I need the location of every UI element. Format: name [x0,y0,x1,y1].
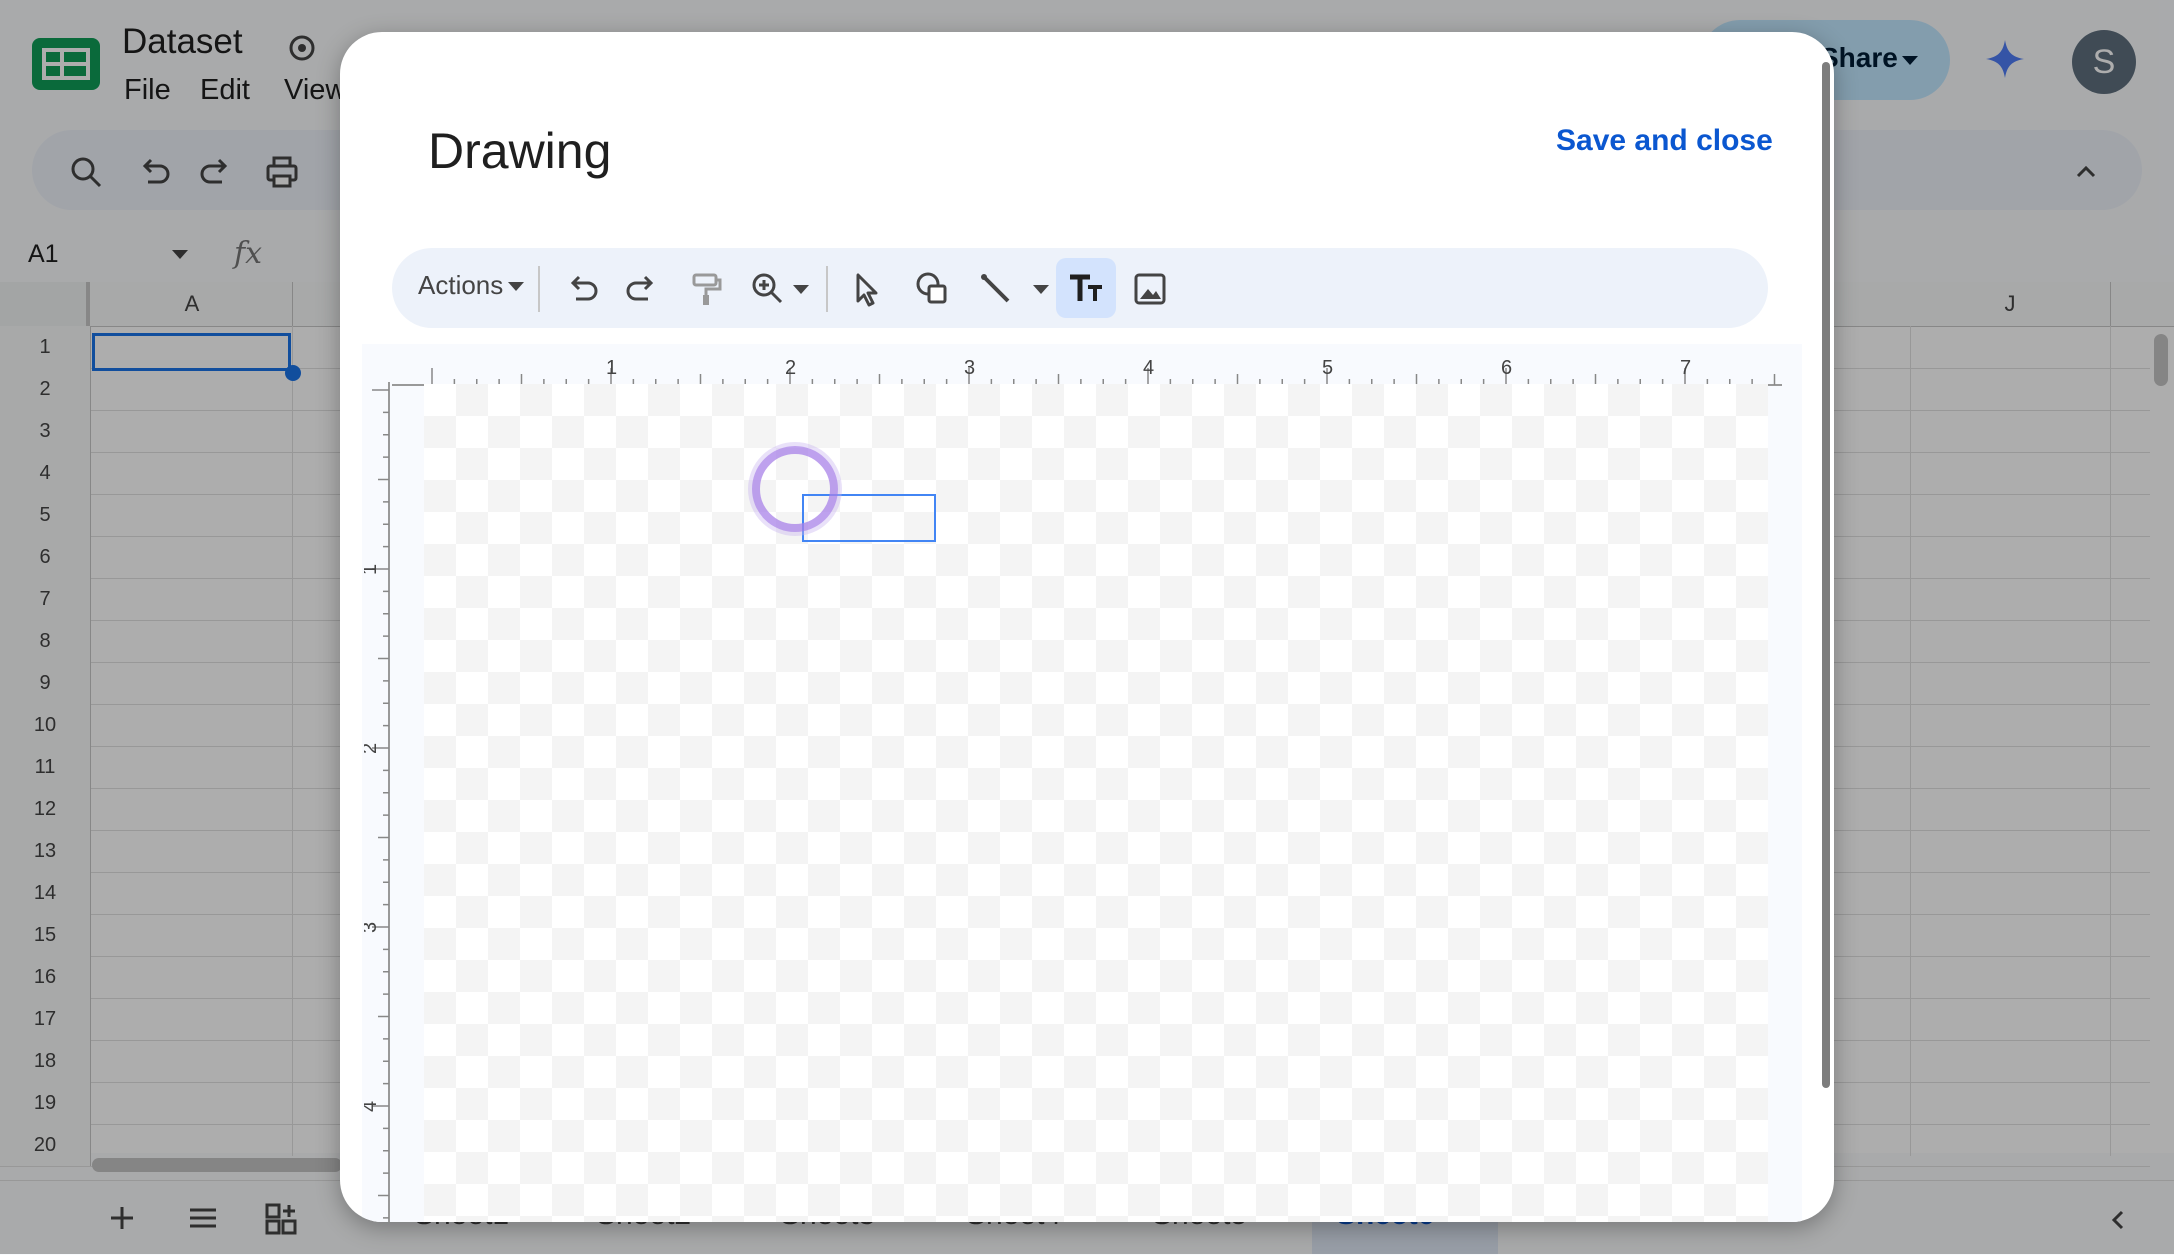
zoom-dropdown-icon[interactable] [792,282,810,296]
image-icon[interactable] [1130,269,1170,309]
ruler-label: 3 [364,922,381,933]
ruler-label: 4 [364,1101,381,1112]
cursor-indicator [752,446,838,532]
ruler-label: 1 [364,564,381,575]
dialog-scrollbar[interactable] [1822,62,1830,1088]
paint-format-icon[interactable] [686,269,726,309]
ruler-label: 7 [1680,360,1691,379]
toolbar-separator [538,266,540,312]
zoom-icon[interactable] [748,269,788,309]
redo-icon[interactable] [622,269,662,309]
actions-dropdown-icon [507,279,525,293]
ruler-label: 5 [1322,360,1333,379]
vertical-ruler: 1 2 3 4 [364,382,390,1222]
ruler-label: 4 [1143,360,1154,379]
ruler-label: 3 [964,360,975,379]
save-and-close-button[interactable]: Save and close [1556,124,1773,158]
undo-icon[interactable] [562,269,602,309]
ruler-label: 6 [1501,360,1512,379]
actions-label: Actions [418,270,504,300]
select-icon[interactable] [846,269,886,309]
toolbar-separator [826,266,828,312]
line-icon[interactable] [976,269,1016,309]
drawing-dialog: Drawing Save and close Actions 1 2 3 4 5… [340,32,1834,1222]
text-box-icon[interactable] [1066,269,1106,309]
ruler-label: 2 [364,743,381,754]
shape-icon[interactable] [912,269,952,309]
drawing-canvas[interactable] [424,384,1768,1222]
ruler-label: 1 [606,360,617,379]
horizontal-ruler: 1 2 3 4 5 6 7 [392,360,1782,386]
dialog-title: Drawing [428,123,612,179]
line-dropdown-icon[interactable] [1032,282,1050,296]
ruler-label: 2 [785,360,796,379]
actions-menu-button[interactable]: Actions [418,270,525,301]
